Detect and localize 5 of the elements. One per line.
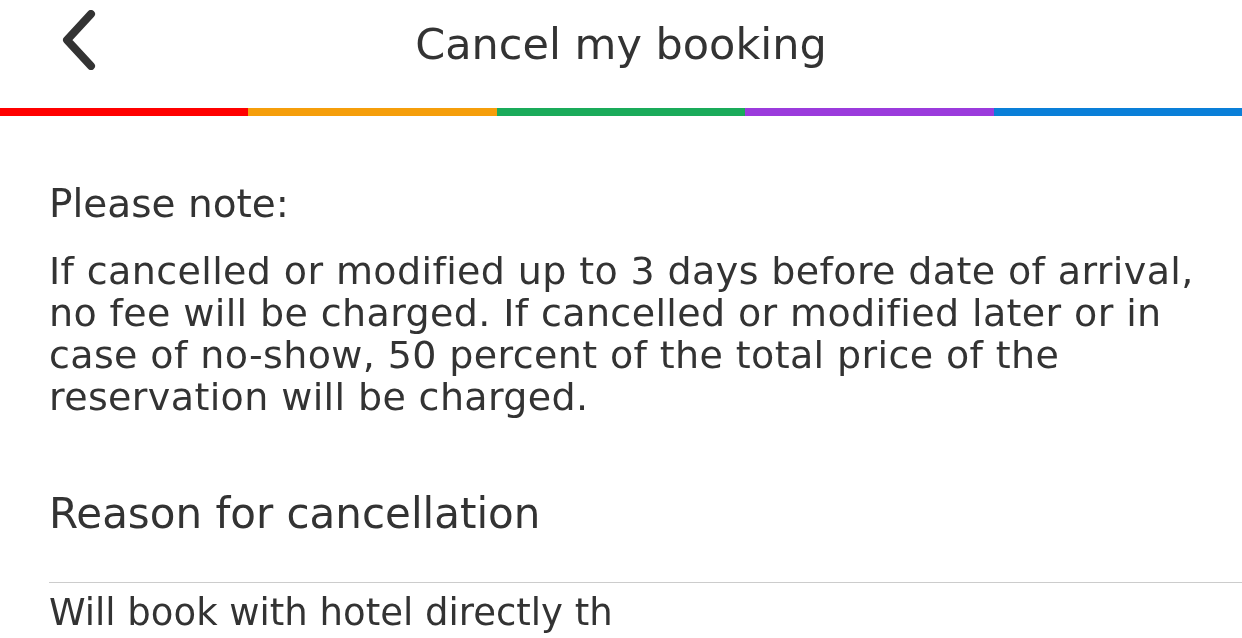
notice-text: If cancelled or modified up to 3 days before date of arrival, no fee will be charged. If cancelled or modified later or in case of no-show, 50 percent of the total price of the reservation will be charged. [49, 250, 1195, 418]
page-title: Cancel my booking [415, 22, 827, 66]
section-heading: Reason for cancellation [49, 488, 542, 540]
notice-heading: Please note: [49, 180, 290, 228]
reason-option[interactable]: Will book with hotel directly th [49, 583, 1242, 635]
